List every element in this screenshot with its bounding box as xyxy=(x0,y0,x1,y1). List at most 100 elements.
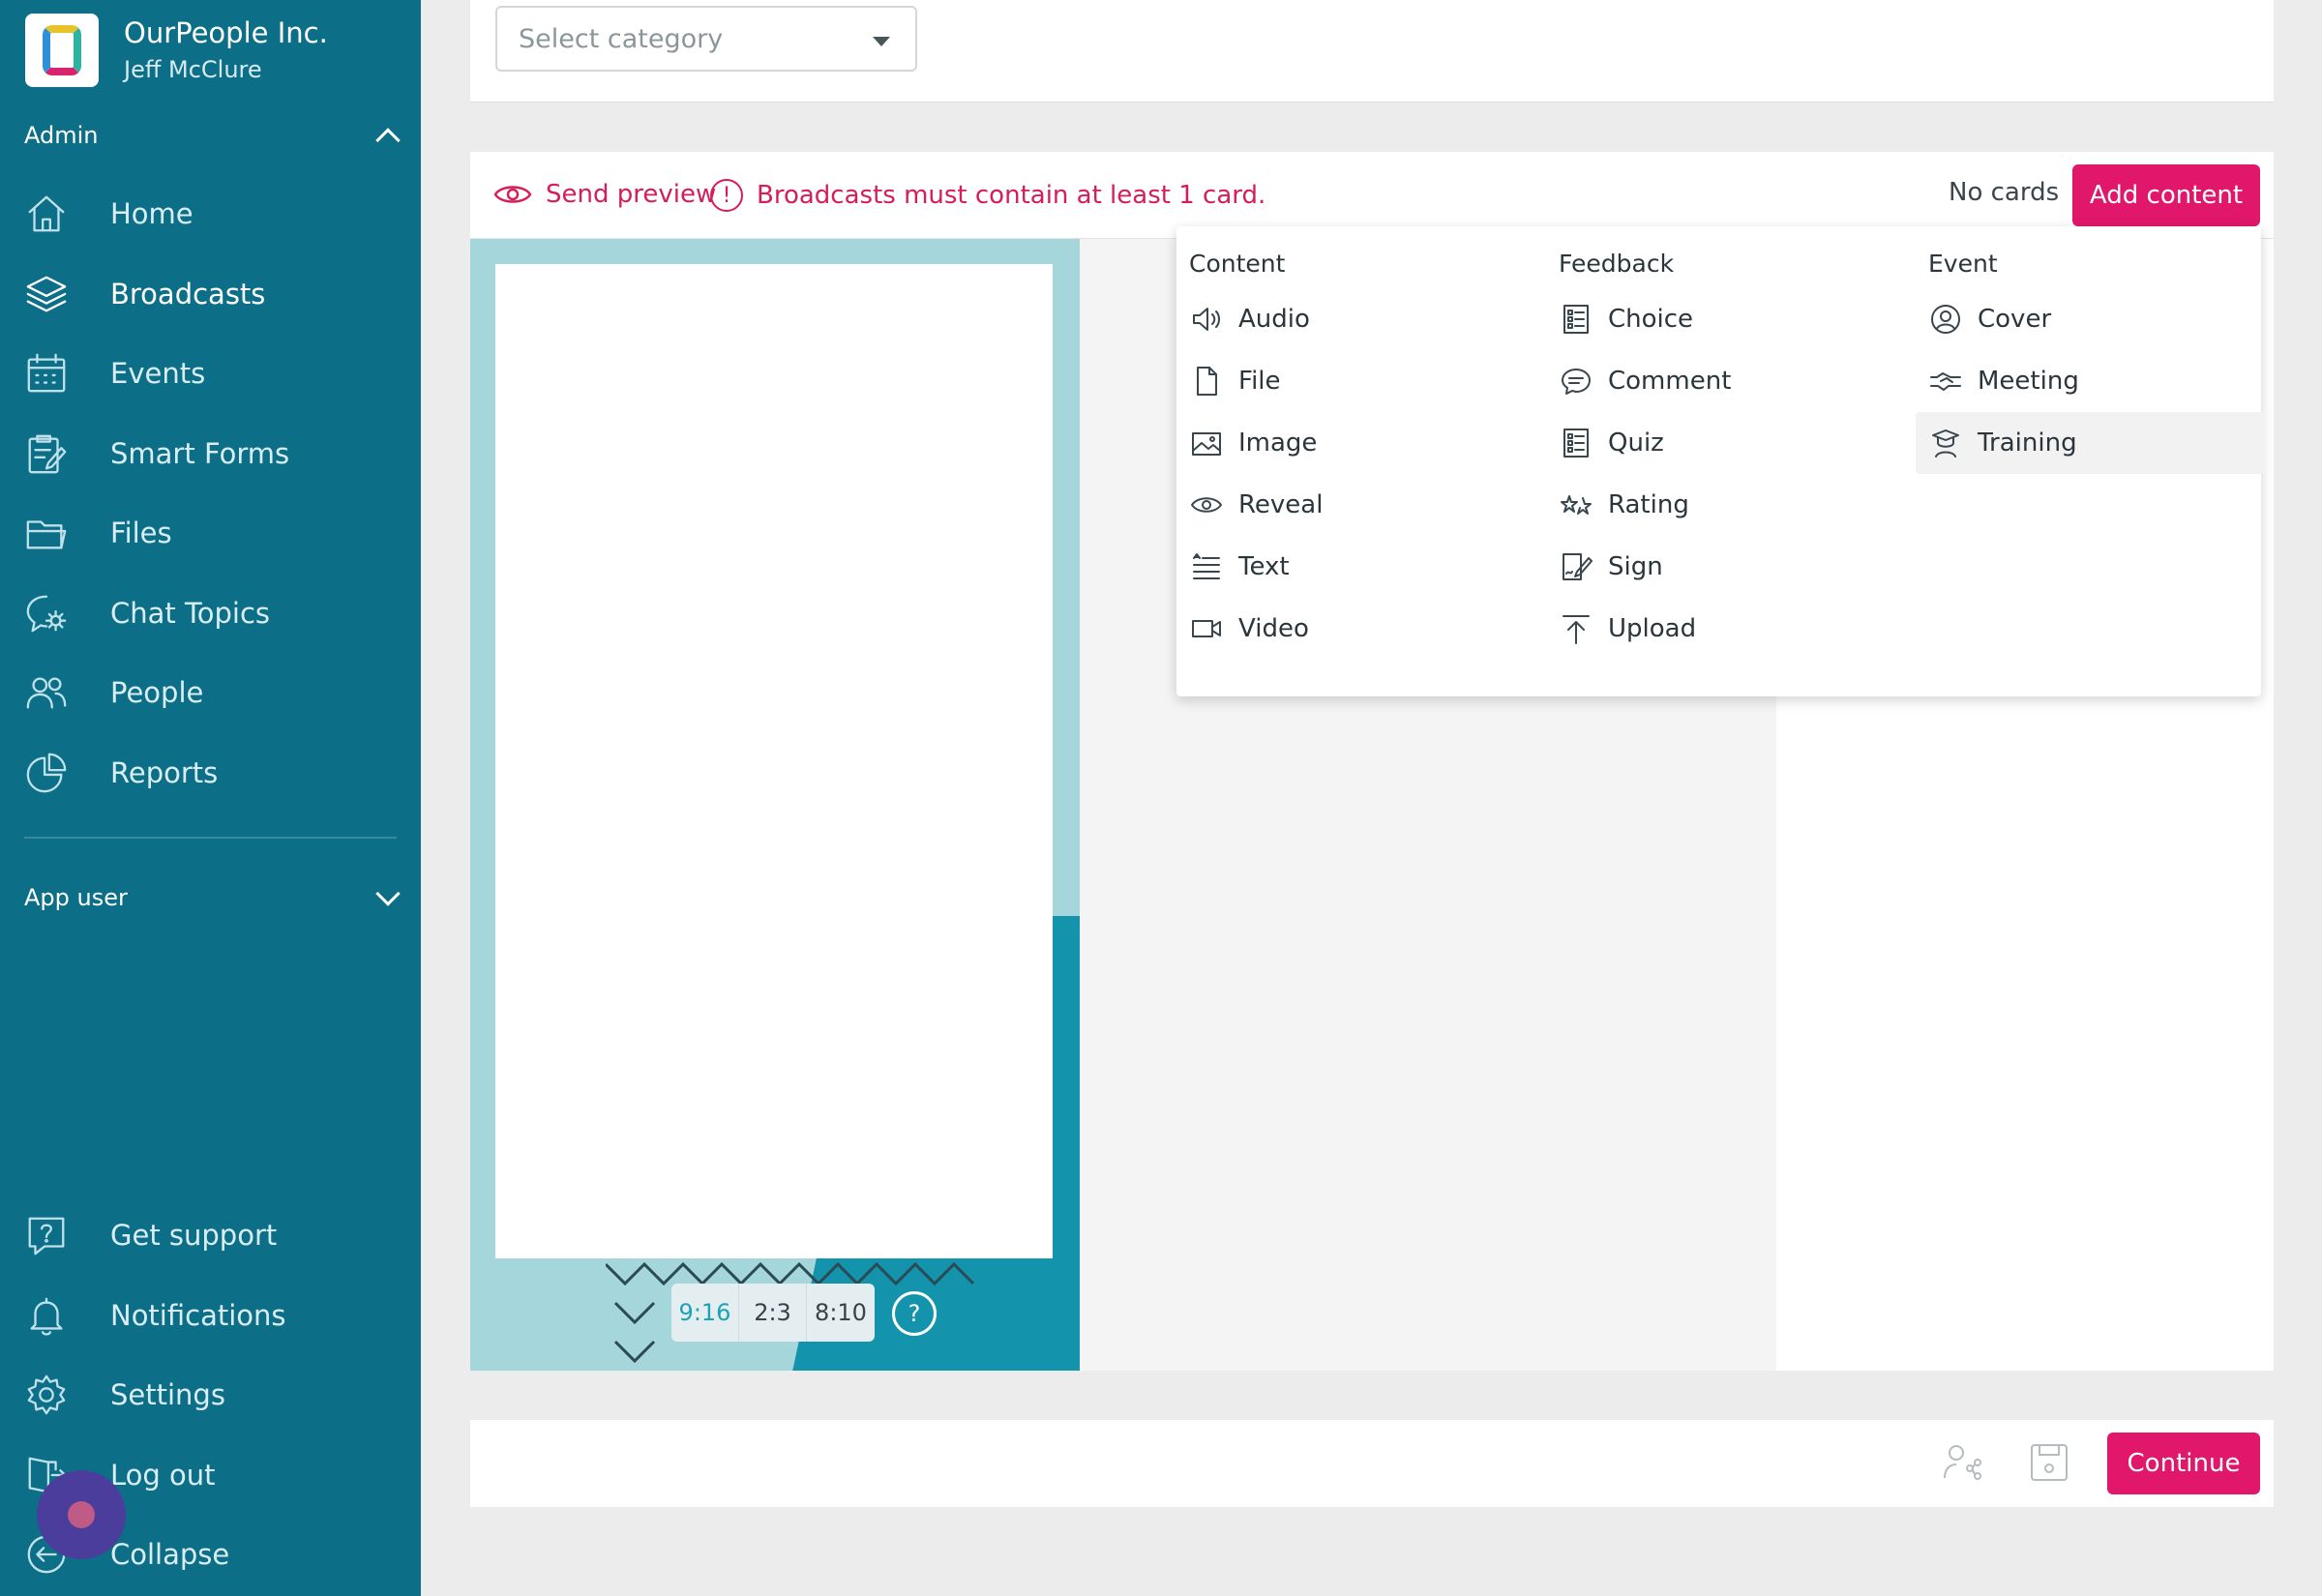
caret-down-icon xyxy=(873,37,890,46)
app-user-section-label: App user xyxy=(24,884,128,911)
menu-item-video[interactable]: Video xyxy=(1176,598,1525,660)
menu-item-reveal[interactable]: Reveal xyxy=(1176,474,1525,536)
menu-item-label: Training xyxy=(1978,429,2077,458)
layers-icon xyxy=(23,271,70,317)
checklist-icon xyxy=(1563,305,1589,334)
category-select[interactable]: Select category xyxy=(495,6,917,72)
ratio-9-16-button[interactable]: 9:16 xyxy=(671,1284,739,1342)
menu-column-event: Event Cover Meeting Training xyxy=(1916,250,2264,474)
menu-item-label: Comment xyxy=(1608,367,1732,396)
admin-section-label: Admin xyxy=(24,122,99,149)
ratio-2-3-button[interactable]: 2:3 xyxy=(739,1284,807,1342)
sidebar-item-label: Collapse xyxy=(110,1538,230,1572)
pie-chart-icon xyxy=(23,750,70,796)
text-icon xyxy=(1193,553,1220,579)
sidebar-item-notifications[interactable]: Notifications xyxy=(0,1276,421,1356)
preview-area: 9:16 2:3 8:10 ? xyxy=(470,239,1080,1371)
video-camera-icon xyxy=(1192,620,1221,637)
sidebar-item-label: Notifications xyxy=(110,1298,286,1332)
aspect-ratio-selector: 9:16 2:3 8:10 xyxy=(671,1284,875,1342)
sidebar-item-events[interactable]: Events xyxy=(0,334,421,414)
card-count: No cards xyxy=(1949,178,2060,207)
menu-item-cover[interactable]: Cover xyxy=(1916,288,2264,350)
sidebar-item-reports[interactable]: Reports xyxy=(0,733,421,813)
save-icon[interactable] xyxy=(2028,1441,2070,1484)
menu-column-title: Feedback xyxy=(1559,250,1675,278)
menu-item-comment[interactable]: Comment xyxy=(1546,350,1894,412)
menu-item-training[interactable]: Training xyxy=(1916,412,2264,474)
add-content-button[interactable]: Add content xyxy=(2072,164,2260,226)
cover-icon xyxy=(1931,305,1960,334)
menu-item-audio[interactable]: Audio xyxy=(1176,288,1525,350)
sidebar-item-chat-topics[interactable]: Chat Topics xyxy=(0,574,421,654)
alert-icon: ! xyxy=(710,179,743,212)
card-preview-canvas xyxy=(495,264,1053,1258)
org-name: OurPeople Inc. xyxy=(124,16,328,49)
sidebar-item-label: People xyxy=(110,676,204,710)
sidebar-item-get-support[interactable]: Get support xyxy=(0,1196,421,1276)
menu-item-label: File xyxy=(1238,367,1281,396)
sidebar-item-label: Reports xyxy=(110,755,219,789)
sidebar-item-smart-forms[interactable]: Smart Forms xyxy=(0,414,421,494)
org-logo xyxy=(25,14,99,87)
home-icon xyxy=(23,191,70,237)
menu-item-quiz[interactable]: Quiz xyxy=(1546,412,1894,474)
sidebar: OurPeople Inc. Jeff McClure Admin Home B… xyxy=(0,0,421,1596)
menu-column-feedback: Feedback Choice Comment Quiz Rating Sign… xyxy=(1546,250,1894,660)
sidebar-item-home[interactable]: Home xyxy=(0,174,421,254)
menu-item-label: Video xyxy=(1238,614,1309,643)
eye-icon xyxy=(493,186,532,203)
calendar-icon xyxy=(23,350,70,397)
menu-item-choice[interactable]: Choice xyxy=(1546,288,1894,350)
chevron-up-icon xyxy=(375,128,401,153)
sidebar-item-files[interactable]: Files xyxy=(0,493,421,574)
eye-icon xyxy=(1191,497,1222,513)
sidebar-item-broadcasts[interactable]: Broadcasts xyxy=(0,254,421,335)
menu-item-upload[interactable]: Upload xyxy=(1546,598,1894,660)
menu-item-meeting[interactable]: Meeting xyxy=(1916,350,2264,412)
validation-warning: ! Broadcasts must contain at least 1 car… xyxy=(710,179,1265,212)
share-people-icon[interactable] xyxy=(1941,1441,1983,1484)
menu-column-content: Content Audio File Image Reveal Text Vid… xyxy=(1176,250,1525,660)
chat-launcher-bubble[interactable] xyxy=(37,1470,126,1559)
sidebar-item-label: Broadcasts xyxy=(110,277,266,310)
sidebar-item-label: Log out xyxy=(110,1458,216,1492)
menu-item-label: Rating xyxy=(1608,490,1689,519)
form-icon xyxy=(23,430,70,477)
admin-nav: Home Broadcasts Events Smart Forms Files… xyxy=(0,174,421,813)
sidebar-item-people[interactable]: People xyxy=(0,653,421,733)
chevron-down-icon xyxy=(375,881,401,906)
menu-item-file[interactable]: File xyxy=(1176,350,1525,412)
star-rating-icon xyxy=(1561,495,1592,515)
menu-item-label: Image xyxy=(1238,429,1318,458)
upload-icon xyxy=(1563,615,1590,644)
quiz-icon xyxy=(1563,429,1589,458)
ratio-8-10-button[interactable]: 8:10 xyxy=(807,1284,875,1342)
help-icon xyxy=(23,1212,70,1258)
comment-icon xyxy=(1562,369,1591,395)
app-user-section-toggle[interactable]: App user xyxy=(24,881,401,911)
menu-item-label: Text xyxy=(1238,552,1290,581)
menu-column-title: Content xyxy=(1189,250,1286,278)
graduate-icon xyxy=(1932,429,1959,458)
menu-item-label: Reveal xyxy=(1238,490,1324,519)
help-icon[interactable]: ? xyxy=(892,1291,937,1336)
send-preview-button[interactable]: Send preview xyxy=(493,179,716,210)
menu-item-text[interactable]: Text xyxy=(1176,536,1525,598)
image-icon xyxy=(1192,432,1221,456)
menu-item-image[interactable]: Image xyxy=(1176,412,1525,474)
menu-item-sign[interactable]: Sign xyxy=(1546,536,1894,598)
menu-item-label: Audio xyxy=(1238,305,1310,334)
sidebar-item-label: Chat Topics xyxy=(110,596,271,630)
file-icon xyxy=(1197,367,1217,396)
admin-section-toggle[interactable]: Admin xyxy=(24,122,401,153)
menu-item-rating[interactable]: Rating xyxy=(1546,474,1894,536)
continue-button[interactable]: Continue xyxy=(2107,1433,2260,1494)
handshake-icon xyxy=(1930,372,1961,391)
menu-item-label: Upload xyxy=(1608,614,1697,643)
org-header[interactable]: OurPeople Inc. Jeff McClure xyxy=(25,14,328,87)
chat-gear-icon xyxy=(23,590,70,636)
sidebar-item-settings[interactable]: Settings xyxy=(0,1355,421,1435)
gear-icon xyxy=(23,1372,70,1418)
sidebar-item-label: Settings xyxy=(110,1378,225,1412)
